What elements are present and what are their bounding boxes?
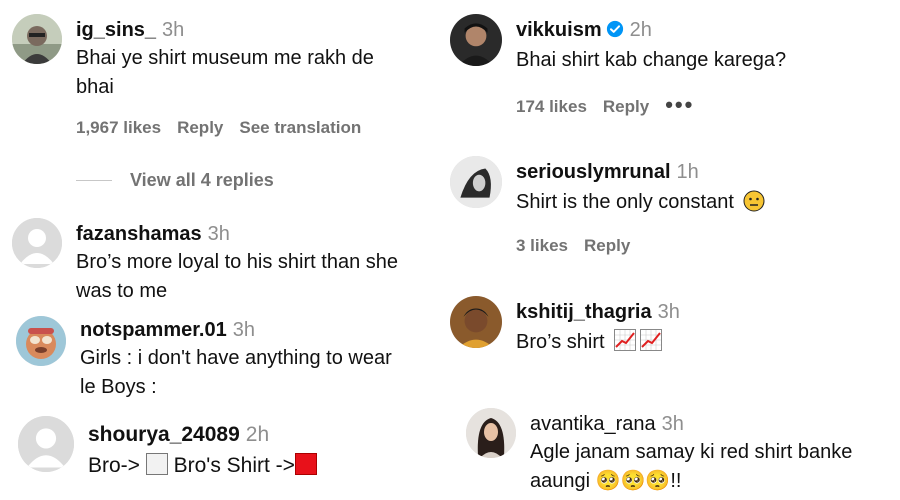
username[interactable]: vikkuism bbox=[516, 19, 602, 41]
likes-count[interactable]: 1,967 likes bbox=[76, 118, 161, 137]
comment-text-line: Bro’s more loyal to his shirt than she bbox=[76, 251, 399, 273]
comment-text: Agle janam samay ki red shirt banke aaun… bbox=[530, 438, 895, 496]
username[interactable]: shourya_24089 bbox=[88, 423, 240, 446]
default-avatar-icon bbox=[12, 218, 62, 268]
comment-text-line: Girls : i don't have anything to wear bbox=[80, 347, 392, 369]
comment-text-part: Bro's Shirt -> bbox=[173, 454, 295, 477]
avatar[interactable] bbox=[16, 316, 66, 366]
comment-text: Girls : i don't have anything to wear le… bbox=[80, 344, 440, 402]
more-options-icon[interactable]: ••• bbox=[665, 92, 694, 117]
chart-increasing-emoji bbox=[614, 329, 637, 351]
comment-header: shourya_24089 2h bbox=[88, 423, 269, 447]
timestamp: 3h bbox=[661, 413, 684, 435]
divider bbox=[76, 180, 112, 181]
avatar[interactable] bbox=[450, 156, 502, 208]
comment-text-part: Bro-> bbox=[88, 454, 140, 477]
comment-header: ig_sins_ 3h bbox=[76, 18, 184, 42]
comment-text: Bro’s shirt bbox=[516, 328, 816, 357]
comment-text-line: aaungi 🥺🥺🥺!! bbox=[530, 470, 682, 492]
username[interactable]: seriouslymrunal bbox=[516, 161, 671, 183]
username[interactable]: kshitij_thagria bbox=[516, 301, 652, 323]
red-square-icon bbox=[294, 453, 317, 475]
comment-header: notspammer.01 3h bbox=[80, 318, 255, 342]
avatar[interactable] bbox=[12, 218, 62, 268]
see-translation-button[interactable]: See translation bbox=[239, 118, 361, 137]
comment-text-line: was to me bbox=[76, 280, 168, 302]
comment-header: kshitij_thagria 3h bbox=[516, 300, 680, 324]
white-square-icon bbox=[145, 453, 168, 475]
reply-button[interactable]: Reply bbox=[584, 236, 630, 255]
comment-header: seriouslymrunal 1h bbox=[516, 160, 699, 184]
comment-text-line: bhai bbox=[76, 76, 114, 98]
chart-increasing-emoji bbox=[640, 329, 663, 351]
avatar-image bbox=[450, 14, 502, 66]
username[interactable]: fazanshamas bbox=[76, 223, 202, 245]
timestamp: 3h bbox=[162, 19, 185, 41]
timestamp: 3h bbox=[207, 223, 230, 245]
comment-text-line: Bhai ye shirt museum me rakh de bbox=[76, 47, 374, 69]
comment-text: Bro’s more loyal to his shirt than she w… bbox=[76, 248, 446, 306]
avatar-image bbox=[466, 408, 516, 458]
avatar[interactable] bbox=[450, 296, 502, 348]
timestamp: 2h bbox=[245, 423, 270, 446]
username[interactable]: ig_sins_ bbox=[76, 19, 156, 41]
comment-text-part: Bro’s shirt bbox=[516, 331, 605, 353]
comment-text: Bro-> Bro's Shirt -> bbox=[88, 451, 408, 480]
comment-text: Shirt is the only constant bbox=[516, 188, 886, 217]
timestamp: 3h bbox=[232, 319, 255, 341]
neutral-face-emoji bbox=[743, 190, 765, 212]
timestamp: 2h bbox=[629, 19, 652, 41]
comment-actions: 174 likes Reply ••• bbox=[516, 94, 710, 118]
comment-text-line: le Boys : bbox=[80, 376, 157, 398]
comment-header: fazanshamas 3h bbox=[76, 222, 230, 246]
likes-count[interactable]: 3 likes bbox=[516, 236, 568, 255]
avatar-image bbox=[16, 316, 66, 366]
verified-badge-icon bbox=[606, 20, 624, 38]
comment-actions: 1,967 likes Reply See translation bbox=[76, 117, 377, 139]
avatar[interactable] bbox=[12, 14, 62, 64]
comment-text: Bhai shirt kab change karega? bbox=[516, 49, 787, 71]
avatar-image bbox=[450, 296, 502, 348]
comment-header: vikkuism 2h bbox=[516, 18, 652, 42]
comment-header: avantika_rana 3h bbox=[530, 412, 684, 436]
reply-button[interactable]: Reply bbox=[177, 118, 223, 137]
avatar[interactable] bbox=[450, 14, 502, 66]
avatar-image bbox=[450, 156, 502, 208]
username[interactable]: avantika_rana bbox=[530, 413, 656, 435]
timestamp: 3h bbox=[657, 301, 680, 323]
default-avatar-icon bbox=[18, 416, 74, 472]
avatar-image bbox=[12, 14, 62, 64]
view-replies-button[interactable]: View all 4 replies bbox=[130, 170, 274, 191]
username[interactable]: notspammer.01 bbox=[80, 319, 227, 341]
comment-actions: 3 likes Reply bbox=[516, 235, 646, 257]
avatar[interactable] bbox=[466, 408, 516, 458]
comment-text: Bhai ye shirt museum me rakh de bhai bbox=[76, 44, 436, 102]
timestamp: 1h bbox=[676, 161, 699, 183]
comment-text-part: Shirt is the only constant bbox=[516, 191, 734, 213]
reply-button[interactable]: Reply bbox=[603, 97, 649, 116]
avatar[interactable] bbox=[18, 416, 74, 472]
likes-count[interactable]: 174 likes bbox=[516, 97, 587, 116]
comment-text-line: Agle janam samay ki red shirt banke bbox=[530, 441, 853, 463]
